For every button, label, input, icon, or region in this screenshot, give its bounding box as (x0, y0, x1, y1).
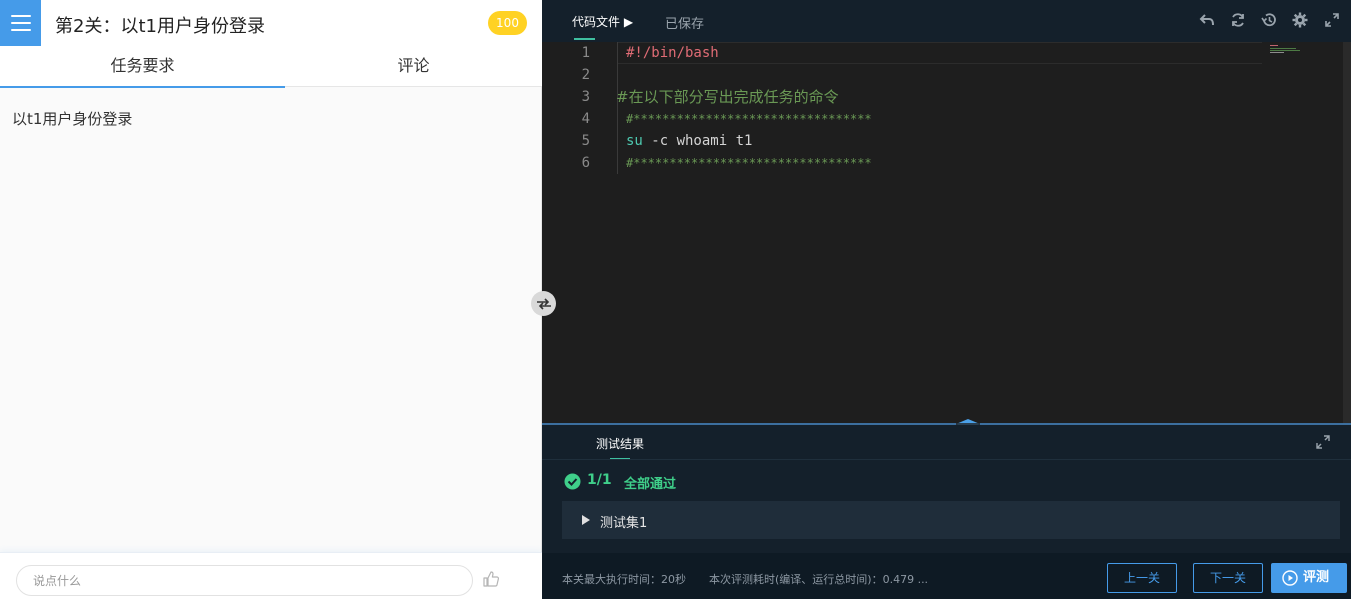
save-status: 已保存 (665, 17, 705, 32)
divider (542, 459, 1351, 460)
code-text: #在以下部分写出完成任务的命令 (616, 88, 839, 106)
pass-count: 1/1 (587, 472, 612, 488)
task-header: 第2关：以t1用户身份登录 100 (0, 0, 542, 46)
swap-arrows-icon (536, 297, 551, 310)
thumbs-up-icon[interactable] (482, 570, 500, 588)
minimap[interactable] (1270, 44, 1306, 54)
task-description: 以t1用户身份登录 (12, 110, 133, 128)
caret-right-icon (582, 515, 590, 525)
page-title: 第2关：以t1用户身份登录 (55, 16, 265, 37)
code-line: 4 #********************************* (542, 108, 1262, 130)
code-line: 1 #!/bin/bash (542, 42, 1262, 64)
eval-duration: 本次评测耗时(编译、运行总时间)：0.479 ... (709, 573, 929, 586)
line-number: 1 (581, 45, 590, 61)
line-number: 2 (581, 67, 590, 83)
code-text: su -c whoami t1 (626, 133, 753, 149)
menu-icon-bar (10, 15, 31, 17)
code-line: 6 #********************************* (542, 152, 1262, 174)
prev-level-button[interactable]: 上一关 (1107, 563, 1177, 593)
tab-task-requirements[interactable]: 任务要求 (0, 46, 285, 88)
code-line: 5 su -c whoami t1 (542, 130, 1262, 152)
code-text: #********************************* (626, 156, 872, 170)
menu-icon-bar (10, 29, 31, 31)
code-text: #!/bin/bash (626, 45, 719, 61)
test-set-row[interactable]: 测试集1 (562, 501, 1340, 539)
footer-bar: 本关最大执行时间：20秒 本次评测耗时(编译、运行总时间)：0.479 ... … (542, 553, 1351, 599)
code-text: #********************************* (626, 112, 872, 126)
pane-resize-handle[interactable] (531, 291, 556, 316)
menu-button[interactable] (0, 0, 41, 46)
line-number: 5 (581, 133, 590, 149)
editor-toolbar: 代码文件 ▶ 已保存 (542, 0, 1351, 42)
code-panel: 代码文件 ▶ 已保存 1 #!/bin/bash 2 3 #在以下部分写出完成任… (542, 0, 1351, 599)
pass-status: 全部通过 (624, 477, 677, 492)
menu-icon-bar (10, 22, 31, 24)
expand-icon[interactable] (1315, 434, 1331, 450)
check-circle-icon (564, 473, 581, 490)
max-exec-time: 本关最大执行时间：20秒 (562, 573, 686, 586)
code-line: 3 #在以下部分写出完成任务的命令 (542, 86, 1262, 108)
line-number: 6 (581, 155, 590, 171)
active-tab-indicator (574, 38, 595, 40)
test-results-panel: 测试结果 1/1 全部通过 测试集1 (542, 425, 1351, 553)
score-badge: 100 (488, 11, 527, 35)
code-editor[interactable]: 1 #!/bin/bash 2 3 #在以下部分写出完成任务的命令 4 #***… (542, 42, 1351, 423)
settings-icon[interactable] (1292, 12, 1308, 28)
code-file-tab[interactable]: 代码文件 ▶ (572, 13, 633, 30)
play-circle-icon (1282, 570, 1298, 586)
tab-test-results[interactable]: 测试结果 (596, 435, 644, 452)
line-number: 4 (581, 111, 590, 127)
refresh-icon[interactable] (1230, 12, 1246, 28)
task-panel: 第2关：以t1用户身份登录 100 任务要求 评论 以t1用户身份登录 (0, 0, 542, 599)
tab-comments[interactable]: 评论 (285, 46, 542, 87)
comment-bar (0, 552, 542, 599)
line-number: 3 (581, 89, 590, 105)
test-set-label: 测试集1 (600, 516, 648, 531)
code-line: 2 (542, 64, 1262, 86)
restore-icon[interactable] (1261, 12, 1277, 28)
evaluate-label: 评测 (1303, 570, 1330, 585)
evaluate-button[interactable]: 评测 (1271, 563, 1347, 593)
comment-input[interactable] (16, 565, 473, 596)
fullscreen-icon[interactable] (1324, 12, 1340, 28)
next-level-button[interactable]: 下一关 (1193, 563, 1263, 593)
task-tabs: 任务要求 评论 (0, 46, 542, 88)
undo-icon[interactable] (1199, 12, 1215, 28)
